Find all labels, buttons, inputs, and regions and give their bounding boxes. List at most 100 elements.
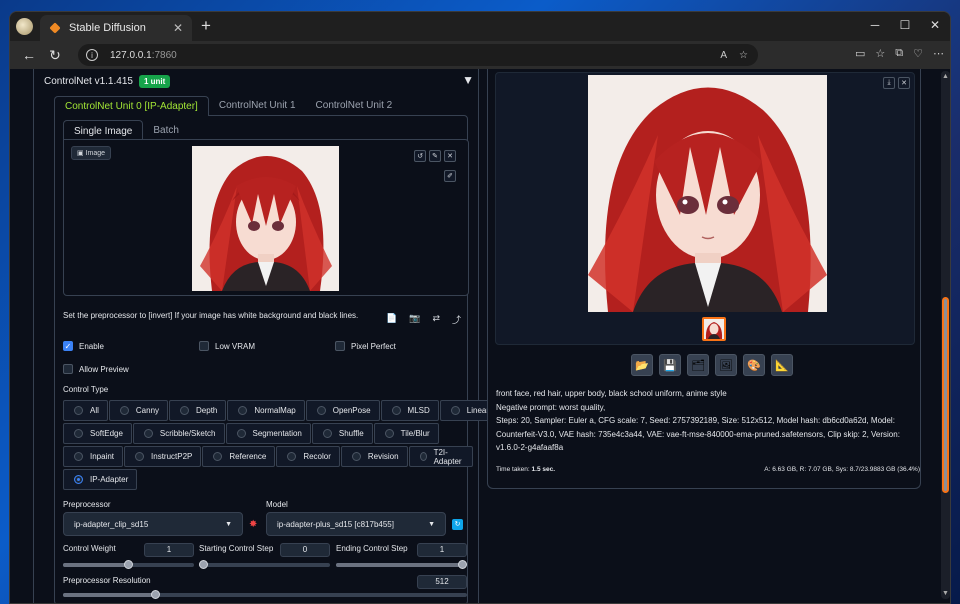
control-weight-slider[interactable] — [63, 560, 194, 569]
control-type-label: T2I-Adapter — [433, 447, 462, 466]
gallery-thumbnail[interactable] — [702, 317, 726, 341]
control-type-label: NormalMap — [254, 406, 296, 415]
new-canvas-icon[interactable]: 📄 — [386, 313, 397, 326]
pixel-perfect-checkbox[interactable]: Pixel Perfect — [335, 341, 396, 351]
control-type-label: Canny — [135, 406, 160, 415]
control-type-option[interactable]: IP-Adapter — [63, 469, 138, 490]
radio-dot-icon — [238, 406, 248, 415]
profile-avatar[interactable] — [16, 18, 33, 35]
extras-icon[interactable]: 📐 — [771, 354, 793, 376]
webui-page: ControlNet v1.1.415 1 unit ▼ ControlNet … — [10, 69, 950, 603]
control-type-option[interactable]: OpenPose — [305, 400, 380, 421]
control-type-label: Recolor — [303, 452, 331, 461]
resolution-input[interactable]: 512 — [417, 575, 467, 589]
control-type-option[interactable]: SoftEdge — [63, 423, 132, 444]
tab-unit-0[interactable]: ControlNet Unit 0 [IP-Adapter] — [54, 96, 209, 116]
tab-unit-1[interactable]: ControlNet Unit 1 — [209, 96, 306, 116]
minimize-button[interactable]: ─ — [860, 12, 890, 38]
reload-icon[interactable]: ↻ — [42, 47, 68, 64]
url-host: 127.0.0.1 — [110, 49, 152, 61]
tab-unit-2[interactable]: ControlNet Unit 2 — [306, 96, 403, 116]
split-screen-icon[interactable]: ▭ — [855, 47, 865, 60]
control-type-option[interactable]: MLSD — [380, 400, 439, 421]
browser-tab[interactable]: Stable Diffusion ✕ — [40, 15, 192, 41]
clear-image-icon[interactable]: ✕ — [444, 150, 456, 162]
preprocessor-hint: Set the preprocessor to [invert] If your… — [63, 311, 359, 320]
close-window-button[interactable]: ✕ — [920, 12, 950, 38]
preprocessor-dropdown[interactable]: ip-adapter_clip_sd15 ▼ — [63, 512, 243, 536]
output-image[interactable] — [588, 75, 827, 312]
end-step-input[interactable]: 1 — [417, 543, 467, 557]
radio-dot-icon — [135, 452, 145, 461]
end-step-label: Ending Control Step — [336, 544, 408, 553]
control-type-option[interactable]: Scribble/Sketch — [132, 423, 225, 444]
read-aloud-icon[interactable]: A — [720, 50, 727, 61]
new-tab-button[interactable]: + — [196, 16, 216, 36]
control-type-option[interactable]: T2I-Adapter — [408, 446, 473, 467]
end-step-slider[interactable] — [336, 560, 467, 569]
resolution-label: Preprocessor Resolution — [63, 576, 151, 585]
control-type-label: Segmentation — [252, 429, 302, 438]
start-step-slider[interactable] — [199, 560, 330, 569]
start-step-input[interactable]: 0 — [280, 543, 330, 557]
address-bar[interactable]: i 127.0.0.1:7860 A ☆ — [78, 44, 758, 66]
control-type-option[interactable]: Revision — [340, 446, 408, 467]
allow-preview-checkbox[interactable]: Allow Preview — [63, 364, 129, 374]
enable-checkbox[interactable]: ✓ Enable — [63, 341, 104, 351]
save-icon[interactable]: 💾 — [659, 354, 681, 376]
resolution-slider[interactable] — [63, 590, 467, 599]
brush-icon[interactable]: ✐ — [444, 170, 456, 182]
tab-close-icon[interactable]: ✕ — [173, 21, 183, 35]
scrollbar-thumb[interactable] — [942, 297, 949, 493]
control-type-option[interactable]: Recolor — [276, 446, 340, 467]
edit-icon[interactable]: ✎ — [429, 150, 441, 162]
zip-icon[interactable]: 🗂 — [687, 354, 709, 376]
radio-dot-icon — [419, 452, 427, 461]
run-preprocessor-icon[interactable]: ✸ — [249, 519, 257, 530]
favorites-icon[interactable]: ☆ — [875, 47, 885, 60]
url-port: :7860 — [151, 49, 177, 61]
back-icon[interactable]: ← — [16, 47, 42, 63]
collections-icon[interactable]: ⧉ — [895, 47, 903, 60]
site-info-icon[interactable]: i — [86, 49, 98, 61]
favorite-star-icon[interactable]: ☆ — [739, 50, 748, 61]
controlnet-title[interactable]: ControlNet v1.1.415 — [44, 76, 133, 87]
refresh-models-icon[interactable]: ↻ — [452, 519, 463, 530]
close-gallery-icon[interactable]: ✕ — [898, 77, 910, 89]
img2img-icon[interactable]: 🖼 — [715, 354, 737, 376]
send-dimensions-icon[interactable]: ⤴ — [452, 313, 461, 326]
control-type-option[interactable]: NormalMap — [227, 400, 305, 421]
control-type-option[interactable]: Reference — [202, 446, 276, 467]
inpaint-icon[interactable]: 🎨 — [743, 354, 765, 376]
control-type-option[interactable]: InstructP2P — [124, 446, 202, 467]
swap-icon[interactable]: ⇄ — [432, 313, 440, 326]
control-type-label: Tile/Blur — [400, 429, 430, 438]
control-type-option[interactable]: Tile/Blur — [373, 423, 439, 444]
browser-essentials-icon[interactable]: ♡ — [913, 47, 923, 60]
download-icon[interactable]: ⤓ — [883, 77, 895, 89]
radio-dot-icon — [450, 406, 460, 415]
control-type-label: Revision — [367, 452, 399, 461]
low-vram-checkbox[interactable]: Low VRAM — [199, 341, 255, 351]
control-type-option[interactable]: Depth — [169, 400, 227, 421]
collapse-arrow-icon[interactable]: ▼ — [462, 73, 474, 87]
control-type-option[interactable]: All — [63, 400, 108, 421]
scroll-down-icon[interactable]: ▼ — [942, 590, 949, 597]
scroll-up-icon[interactable]: ▲ — [942, 73, 949, 80]
control-type-option[interactable]: Shuffle — [311, 423, 373, 444]
page-scrollbar[interactable]: ▲ ▼ — [941, 71, 950, 599]
model-label: Model — [266, 500, 288, 509]
webcam-icon[interactable]: 📷 — [409, 313, 420, 326]
control-type-option[interactable]: Segmentation — [225, 423, 311, 444]
controlnet-panel: ControlNet v1.1.415 1 unit ▼ ControlNet … — [33, 69, 501, 603]
control-type-label: SoftEdge — [90, 429, 123, 438]
rotate-icon[interactable]: ↺ — [414, 150, 426, 162]
maximize-button[interactable]: ☐ — [890, 12, 920, 38]
control-type-option[interactable]: Inpaint — [63, 446, 124, 467]
image-upload-area[interactable]: ▣ Image ↺ ✎ ✕ ✐ — [63, 139, 469, 296]
control-weight-input[interactable]: 1 — [144, 543, 194, 557]
menu-icon[interactable]: ⋯ — [933, 47, 944, 60]
model-dropdown[interactable]: ip-adapter-plus_sd15 [c817b455] ▼ — [266, 512, 446, 536]
control-type-option[interactable]: Canny — [108, 400, 169, 421]
folder-icon[interactable]: 📂 — [631, 354, 653, 376]
